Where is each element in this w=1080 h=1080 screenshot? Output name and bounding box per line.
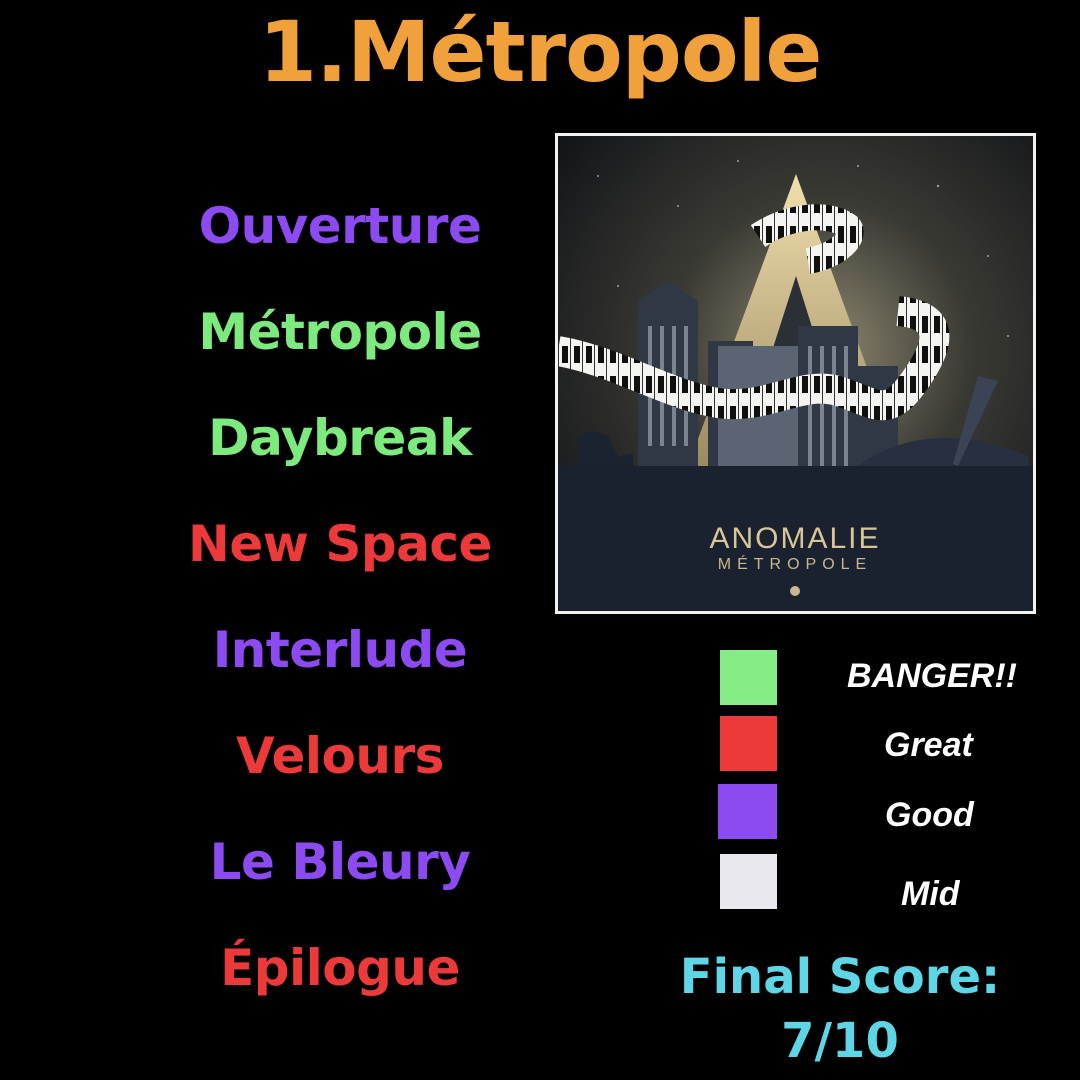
track-1: Ouverture [198, 197, 482, 255]
legend-swatch-good [718, 784, 777, 839]
final-score-value: 7/10 [781, 1013, 899, 1069]
track-7: Le Bleury [209, 833, 471, 891]
track-5: Interlude [212, 621, 468, 679]
legend-swatch-great [720, 716, 777, 771]
track-8: Épilogue [220, 939, 460, 997]
legend-label-banger: BANGER!! [847, 657, 1017, 695]
cover-album-text: MÉTROPOLE [718, 554, 872, 573]
legend-label-good: Good [885, 796, 974, 834]
legend-swatch-banger [720, 650, 777, 705]
legend-label-great: Great [884, 726, 973, 764]
album-cover: ANOMALIE MÉTROPOLE [555, 133, 1036, 614]
cover-logo-icon [790, 586, 800, 596]
track-2: Métropole [198, 303, 482, 361]
final-score-label: Final Score: [679, 949, 1001, 1005]
cover-artist-text: ANOMALIE [709, 522, 880, 555]
album-cover-art: ANOMALIE MÉTROPOLE [558, 136, 1033, 611]
track-6: Velours [236, 727, 444, 785]
track-4: New Space [188, 515, 492, 573]
track-3: Daybreak [208, 409, 472, 467]
legend-swatch-mid [720, 854, 777, 909]
page-title: 1.Métropole [258, 3, 823, 101]
legend-label-mid: Mid [901, 875, 960, 913]
